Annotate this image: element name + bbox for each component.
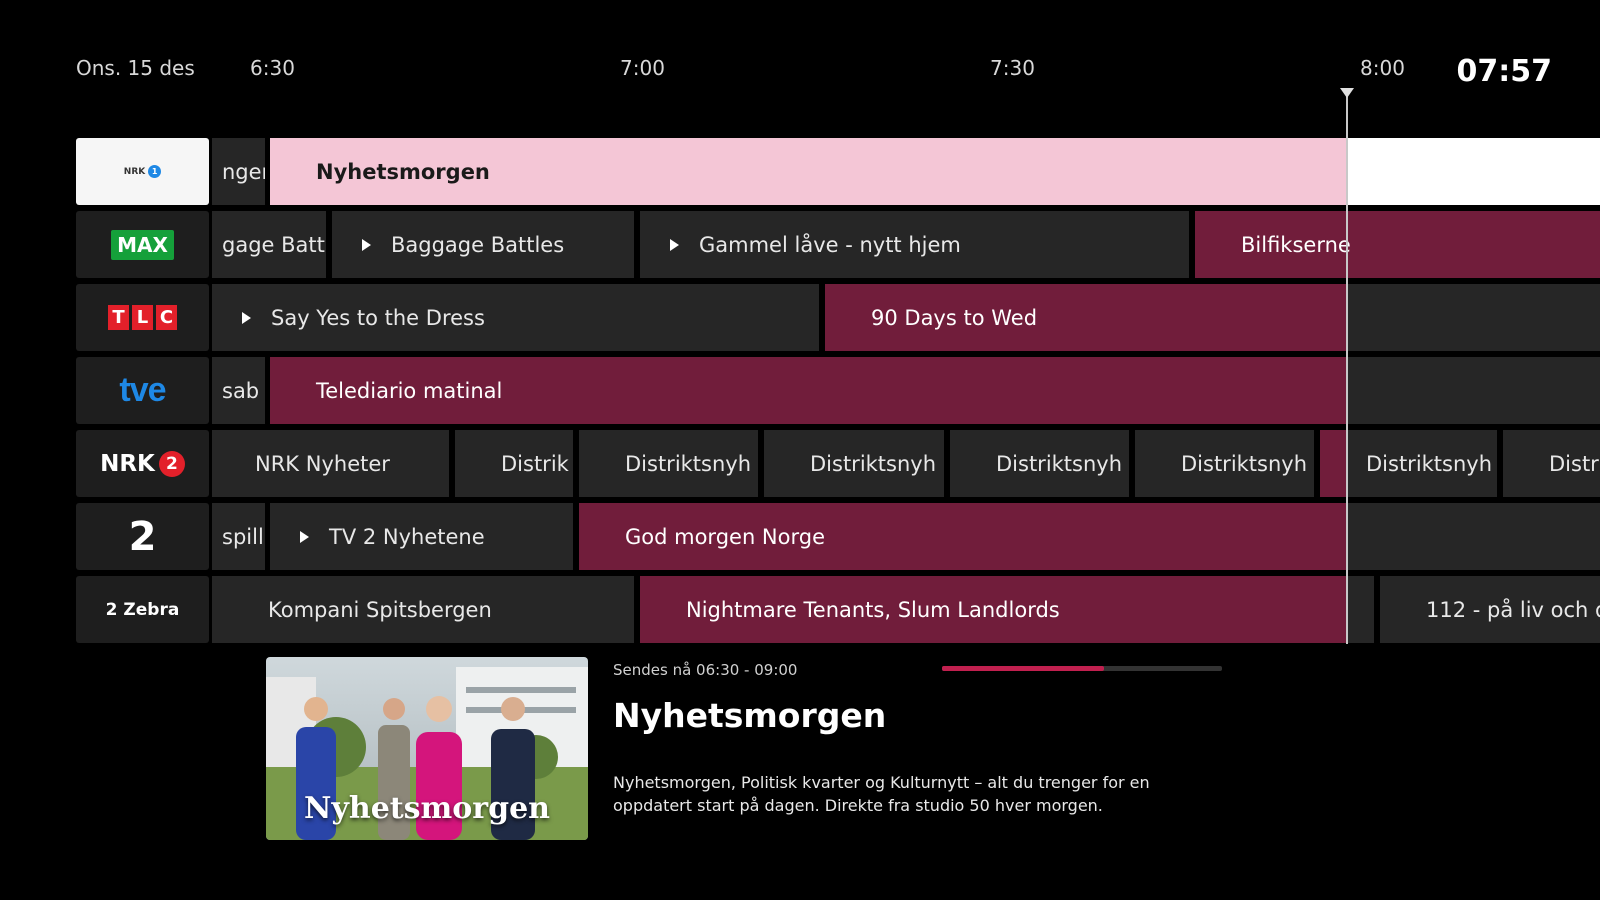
program-cell[interactable]: Distriktsnyh	[1135, 430, 1314, 497]
channel-logo-nrk2[interactable]: NRK 2	[76, 430, 209, 497]
thumbnail-title: Nyhetsmorgen	[304, 791, 550, 826]
replay-icon	[670, 238, 679, 251]
program-cell[interactable]	[1346, 576, 1374, 643]
program-cell[interactable]	[1346, 138, 1600, 205]
program-cell[interactable]: TV 2 Nyhetene	[270, 503, 573, 570]
program-cell[interactable]: Distr	[1503, 430, 1600, 497]
epg-grid: NRK1 nger Nyhetsmorgen MAX gage Battl Ba…	[0, 138, 1600, 644]
program-cell-current[interactable]	[1320, 430, 1346, 497]
program-cell[interactable]: Distriktsnyh	[950, 430, 1129, 497]
program-cell-current[interactable]: God morgen Norge	[579, 503, 1346, 570]
program-cell[interactable]: Distriktsnyh	[1346, 430, 1497, 497]
program-cell[interactable]: Gammel låve - nytt hjem	[640, 211, 1189, 278]
progress-bar	[942, 666, 1222, 671]
time-label-0730: 7:30	[990, 56, 1035, 80]
program-cell[interactable]: Distriktsnyh	[764, 430, 944, 497]
program-cell-selected[interactable]: Nyhetsmorgen	[270, 138, 1346, 205]
airing-time: Sendes nå 06:30 - 09:00	[613, 661, 798, 679]
program-cell[interactable]	[1346, 357, 1600, 424]
program-cell[interactable]: spill	[212, 503, 265, 570]
program-thumbnail: Nyhetsmorgen	[266, 657, 588, 840]
program-cell[interactable]: NRK Nyheter	[212, 430, 449, 497]
program-description: Nyhetsmorgen, Politisk kvarter og Kultur…	[613, 773, 1150, 815]
now-indicator-arrow	[1340, 88, 1354, 98]
channel-row-tve: tve sab Telediario matinal	[0, 357, 1600, 424]
time-label-0800: 8:00	[1360, 56, 1405, 80]
program-cell[interactable]: sab	[212, 357, 265, 424]
clock: 07:57	[1456, 54, 1553, 89]
time-label-0700: 7:00	[620, 56, 665, 80]
replay-icon	[300, 530, 309, 543]
program-cell[interactable]: gage Battl	[212, 211, 326, 278]
channel-row-tv2: 2 spill TV 2 Nyhetene God morgen Norge	[0, 503, 1600, 570]
replay-icon	[242, 311, 251, 324]
channel-row-tlc: TLC Say Yes to the Dress 90 Days to Wed	[0, 284, 1600, 351]
program-cell[interactable]	[1346, 284, 1600, 351]
program-cell[interactable]: 112 - på liv och d	[1380, 576, 1600, 643]
program-cell[interactable]: nger	[212, 138, 265, 205]
program-cell[interactable]: Baggage Battles	[332, 211, 634, 278]
program-cell-current[interactable]: Nightmare Tenants, Slum Landlords	[640, 576, 1346, 643]
now-indicator-line	[1346, 92, 1348, 644]
program-cell[interactable]: Distrik	[455, 430, 573, 497]
program-cell-current[interactable]: Telediario matinal	[270, 357, 1346, 424]
channel-logo-nrk1[interactable]: NRK 1	[76, 138, 209, 205]
progress-fill	[942, 666, 1105, 671]
channel-logo-tve[interactable]: tve	[76, 357, 209, 424]
program-cell[interactable]: Kompani Spitsbergen	[212, 576, 634, 643]
guide-date: Ons. 15 des	[76, 56, 195, 80]
channel-logo-max[interactable]: MAX	[76, 211, 209, 278]
program-cell[interactable]: Distriktsnyh	[579, 430, 758, 497]
program-cell-current[interactable]: 90 Days to Wed	[825, 284, 1346, 351]
channel-row-nrk2: NRK 2 NRK Nyheter Distrik Distriktsnyh Di…	[0, 430, 1600, 497]
channel-row-max: MAX gage Battl Baggage Battles Gammel lå…	[0, 211, 1600, 278]
replay-icon	[362, 238, 371, 251]
channel-logo-tlc[interactable]: TLC	[76, 284, 209, 351]
program-title: Nyhetsmorgen	[613, 696, 887, 735]
program-cell-current[interactable]: Bilfikserne	[1195, 211, 1600, 278]
channel-row-tv2zebra: 2 Zebra Kompani Spitsbergen Nightmare Te…	[0, 576, 1600, 643]
program-cell[interactable]	[1346, 503, 1600, 570]
program-cell[interactable]: Say Yes to the Dress	[212, 284, 819, 351]
channel-logo-tv2[interactable]: 2	[76, 503, 209, 570]
channel-row-nrk1: NRK1 nger Nyhetsmorgen	[0, 138, 1600, 205]
channel-logo-tv2zebra[interactable]: 2 Zebra	[76, 576, 209, 643]
time-label-0630: 6:30	[250, 56, 295, 80]
